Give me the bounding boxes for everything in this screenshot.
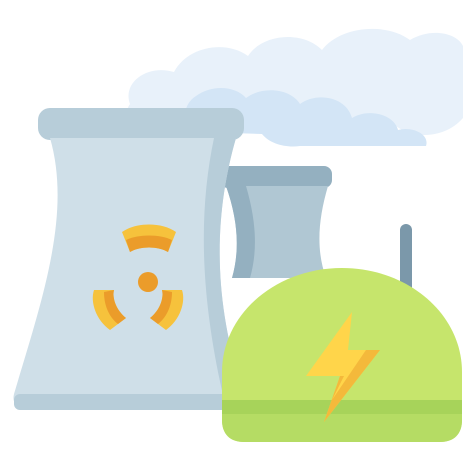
back-cooling-tower-icon	[220, 166, 332, 278]
radiation-center	[138, 272, 158, 292]
front-cooling-tower-icon	[13, 108, 246, 410]
dome-stripe	[222, 400, 462, 414]
back-tower-rim	[220, 166, 332, 188]
dome-base	[222, 414, 462, 442]
front-tower-rim	[38, 108, 244, 140]
front-tower-base	[14, 394, 246, 410]
nuclear-plant-illustration	[0, 0, 463, 449]
